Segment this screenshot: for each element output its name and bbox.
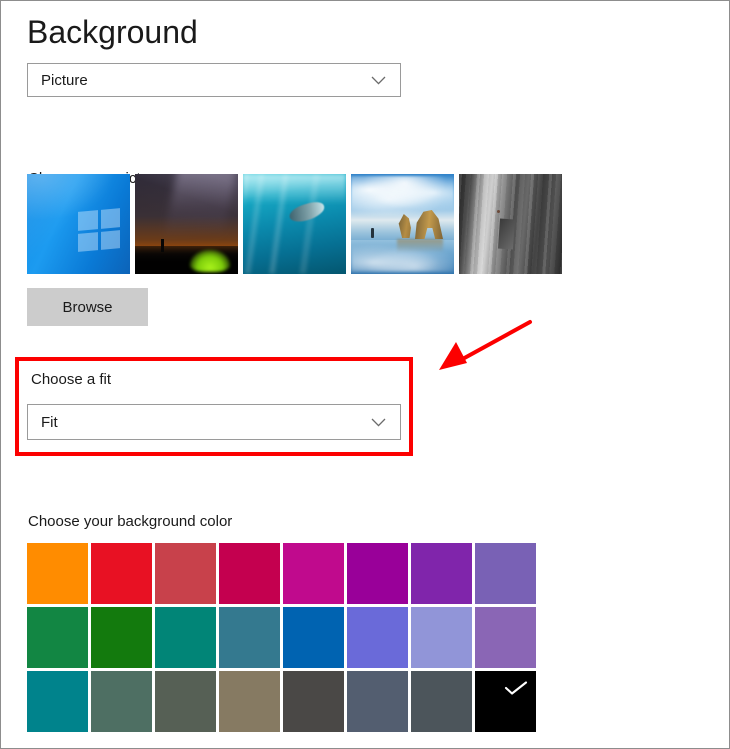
windows-logo-icon (78, 208, 120, 252)
page-title: Background (27, 11, 198, 53)
color-swatch-blue[interactable] (283, 607, 344, 668)
background-color-swatch-grid (27, 543, 536, 732)
color-swatch-periwinkle[interactable] (347, 607, 408, 668)
color-swatch-violet[interactable] (411, 543, 472, 604)
color-swatch-muted-red[interactable] (155, 543, 216, 604)
annotation-arrow-icon (426, 311, 546, 386)
background-type-dropdown[interactable]: Picture (27, 63, 401, 97)
color-swatch-slate-gray[interactable] (411, 671, 472, 732)
rock-reflection (397, 239, 443, 254)
picture-thumbnail-list (27, 174, 562, 274)
person-silhouette (371, 228, 374, 238)
color-swatch-purple[interactable] (347, 543, 408, 604)
checkmark-icon (504, 681, 528, 695)
color-swatch-magenta[interactable] (283, 543, 344, 604)
color-swatch-red[interactable] (91, 543, 152, 604)
rock-small (397, 214, 414, 238)
choose-background-color-label: Choose your background color (28, 514, 232, 529)
tree-silhouette (161, 239, 164, 252)
color-swatch-steel-blue[interactable] (219, 607, 280, 668)
color-swatch-black[interactable] (475, 671, 536, 732)
settings-background-page: Background Picture Choose your picture (0, 0, 730, 749)
color-swatch-sage-gray[interactable] (91, 671, 152, 732)
color-swatch-olive-gray[interactable] (155, 671, 216, 732)
color-swatch-medium-purple[interactable] (475, 607, 536, 668)
background-type-value: Picture (28, 73, 88, 88)
chevron-down-icon (371, 418, 386, 427)
color-swatch-light-periwinkle[interactable] (411, 607, 472, 668)
picture-thumbnail-rock-face-grayscale[interactable] (459, 174, 562, 274)
picture-thumbnail-underwater-diver[interactable] (243, 174, 346, 274)
browse-button[interactable]: Browse (27, 288, 148, 326)
color-swatch-khaki[interactable] (219, 671, 280, 732)
color-swatch-orange[interactable] (27, 543, 88, 604)
choose-fit-dropdown[interactable]: Fit (27, 404, 401, 440)
color-swatch-light-purple[interactable] (475, 543, 536, 604)
color-swatch-teal-green[interactable] (155, 607, 216, 668)
choose-fit-label: Choose a fit (31, 372, 111, 387)
color-swatch-dark-green[interactable] (91, 607, 152, 668)
light-rays (243, 174, 346, 274)
color-swatch-blue-gray[interactable] (347, 671, 408, 732)
chevron-down-icon (371, 76, 386, 85)
milky-way (162, 174, 237, 253)
color-swatch-teal[interactable] (27, 671, 88, 732)
picture-thumbnail-night-sky-tent[interactable] (135, 174, 238, 274)
rock-spot (497, 210, 500, 213)
color-swatch-dark-gray[interactable] (283, 671, 344, 732)
clouds (351, 176, 454, 216)
choose-fit-value: Fit (28, 415, 58, 430)
rock-block (498, 219, 515, 250)
picture-thumbnail-beach-rock-arch[interactable] (351, 174, 454, 274)
picture-thumbnail-windows-hero-blue[interactable] (27, 174, 130, 274)
color-swatch-green[interactable] (27, 607, 88, 668)
color-swatch-crimson[interactable] (219, 543, 280, 604)
